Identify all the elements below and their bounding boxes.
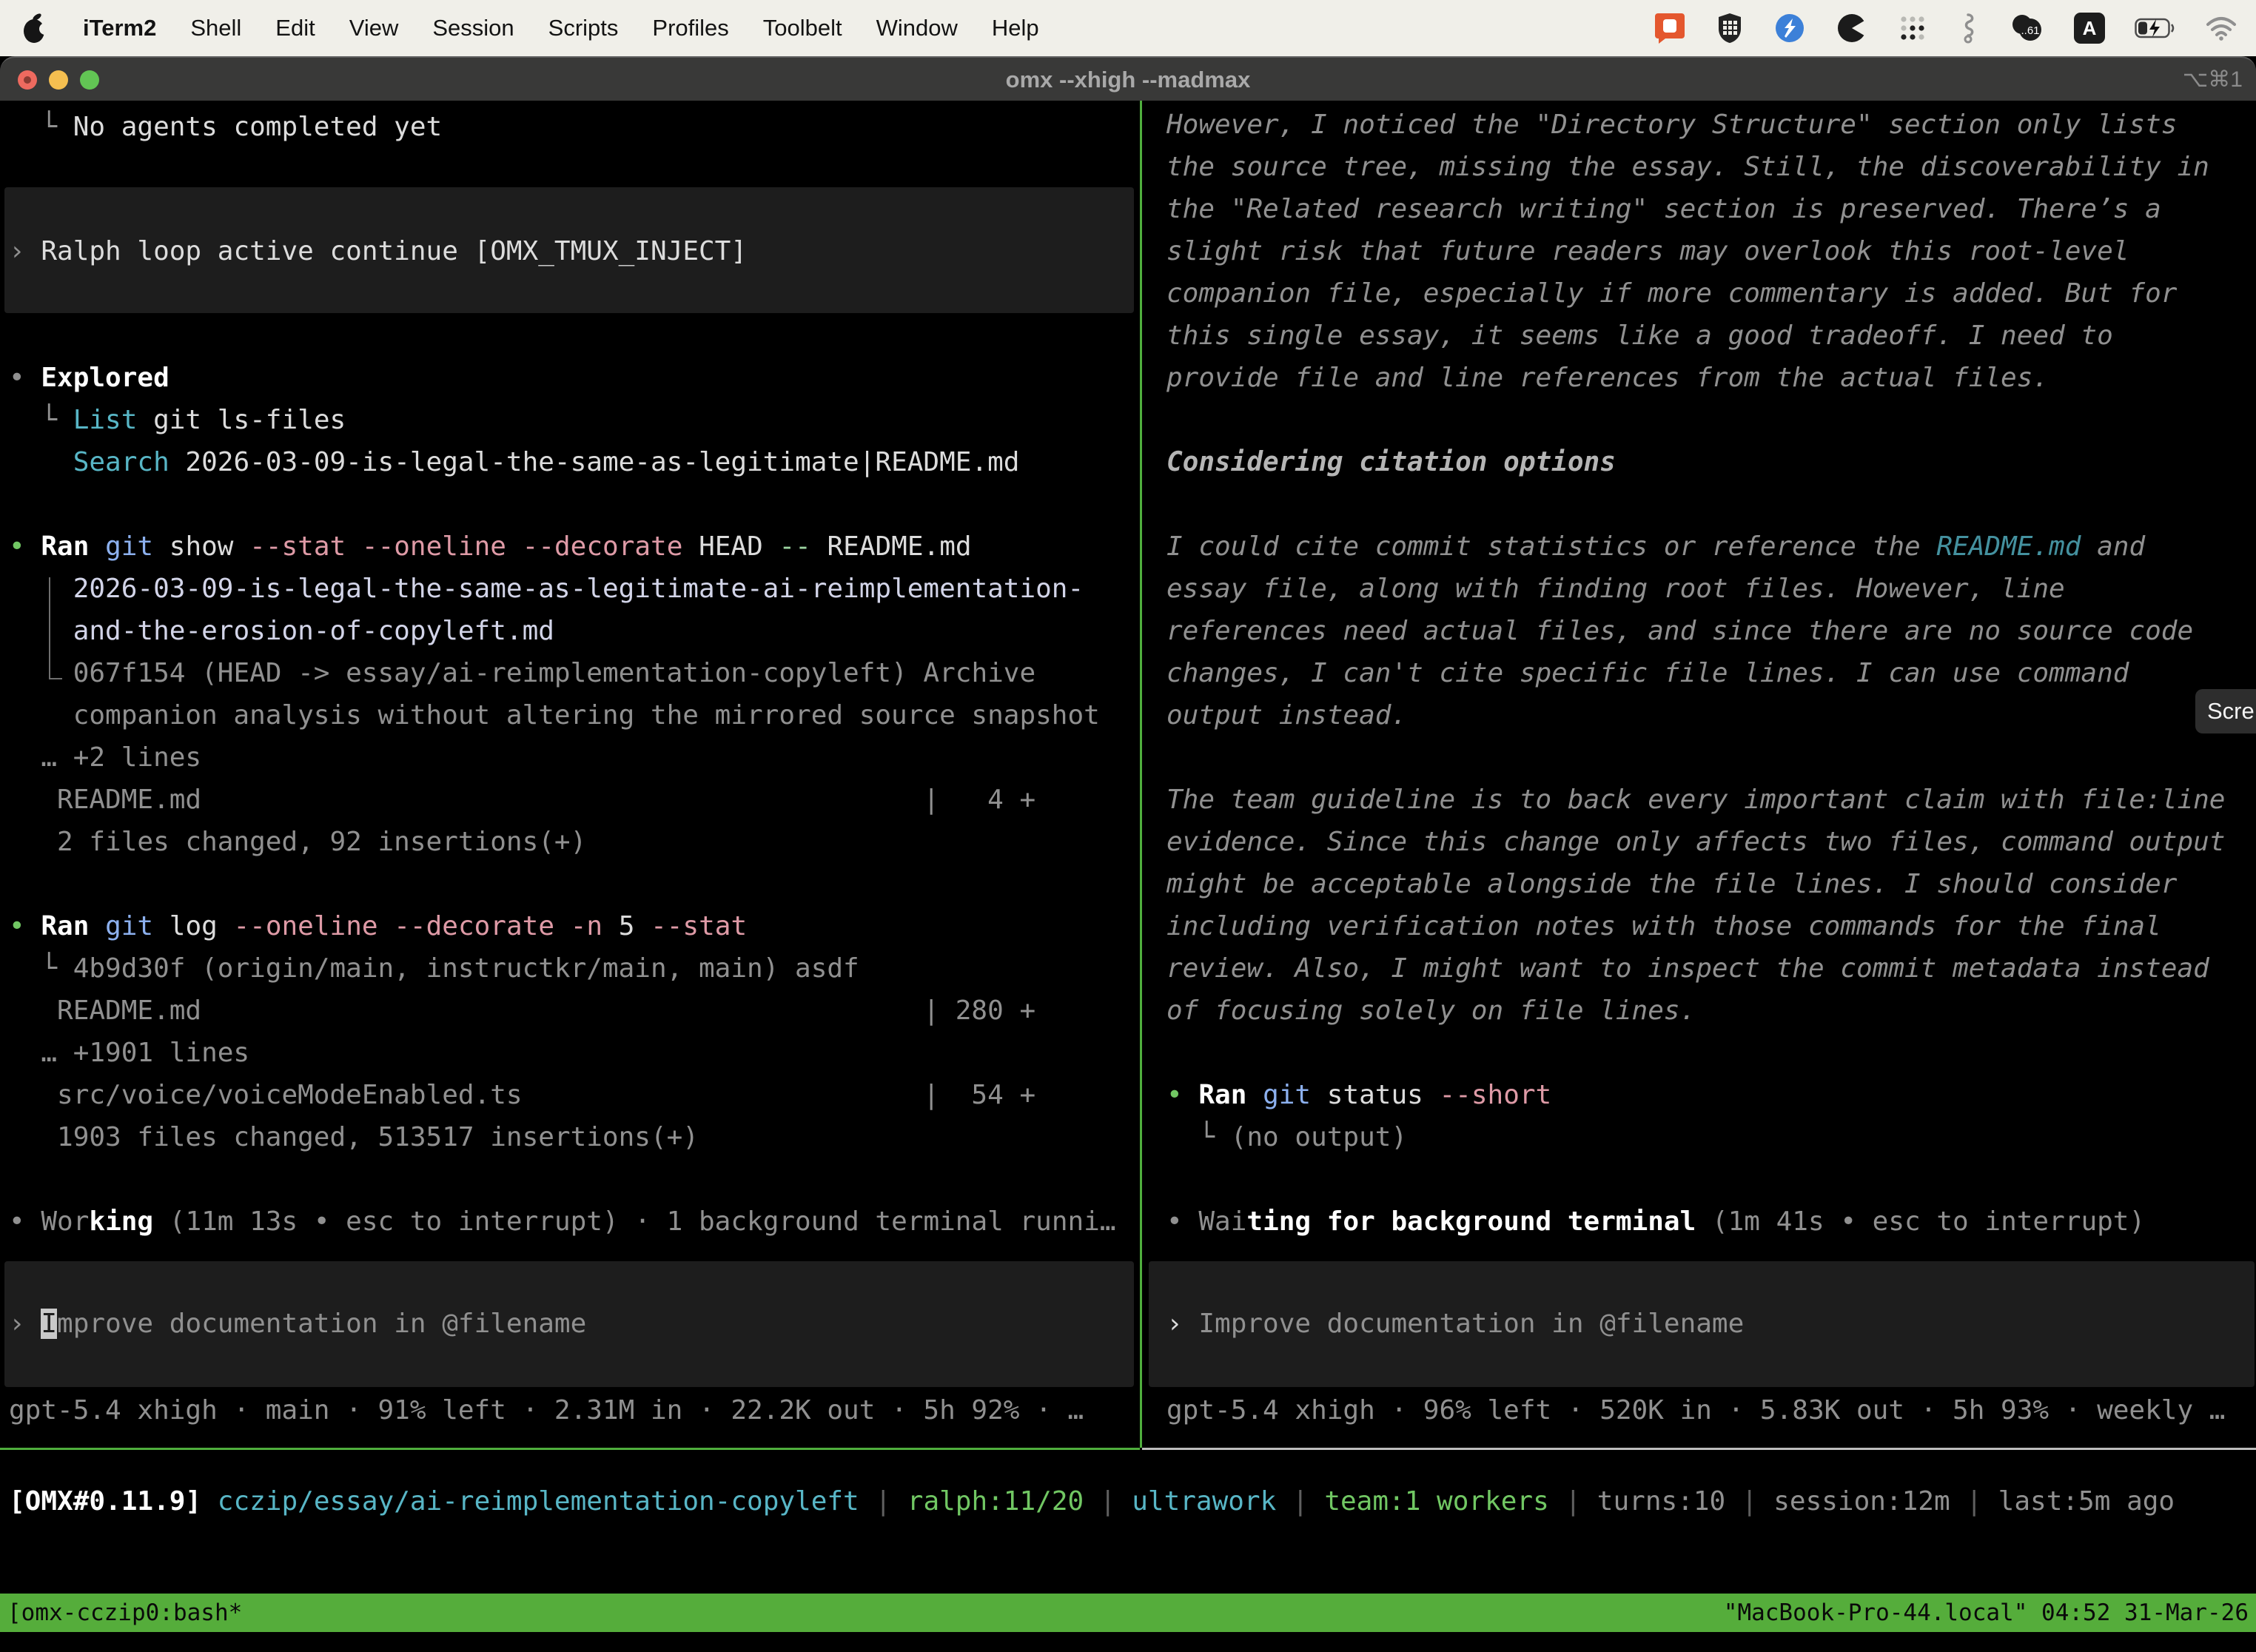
menu-item-shell[interactable]: Shell bbox=[190, 15, 241, 41]
menu-item-iterm2[interactable]: iTerm2 bbox=[83, 15, 156, 41]
terminal-content: └ No agents completed yet› Ralph loop ac… bbox=[0, 0, 2256, 1652]
menu-item-profiles[interactable]: Profiles bbox=[652, 15, 728, 41]
menu-item-help[interactable]: Help bbox=[992, 15, 1039, 41]
blue-bolt-icon[interactable] bbox=[1773, 12, 1806, 44]
tmux-host-clock: "MacBook-Pro-44.local" 04:52 31-Mar-26 bbox=[1724, 1594, 2249, 1632]
menu-item-window[interactable]: Window bbox=[876, 15, 958, 41]
menu-items: iTerm2 Shell Edit View Session Scripts Profile… bbox=[19, 12, 1039, 44]
chat-app-icon[interactable] bbox=[1654, 12, 1686, 44]
desktop: omx --xhigh --madmax ⌥⌘1 └ No agents com… bbox=[0, 0, 2256, 1652]
hook-icon[interactable] bbox=[1957, 12, 1979, 44]
wifi-icon[interactable] bbox=[2206, 16, 2237, 41]
screen-share-tooltip[interactable]: Scre bbox=[2195, 689, 2256, 733]
crescent-circle-icon[interactable] bbox=[1836, 12, 1868, 44]
left-pane-border bbox=[0, 1448, 1140, 1450]
menu-item-edit[interactable]: Edit bbox=[275, 15, 315, 41]
apple-menu-icon[interactable] bbox=[19, 12, 49, 44]
menu-bar: iTerm2 Shell Edit View Session Scripts Profile… bbox=[0, 0, 2256, 56]
percent-61-badge-icon[interactable]: ..61 bbox=[2009, 13, 2044, 44]
keyboard-a-icon[interactable]: A bbox=[2074, 13, 2105, 44]
battery-charging-icon[interactable] bbox=[2135, 17, 2176, 39]
dots-grid-icon[interactable] bbox=[1898, 13, 1927, 43]
tmux-session-label: [omx-cczip0:bash* bbox=[7, 1594, 242, 1632]
shield-grid-icon[interactable] bbox=[1716, 12, 1744, 44]
pane-divider[interactable] bbox=[1140, 101, 1142, 1448]
menu-item-session[interactable]: Session bbox=[432, 15, 514, 41]
menu-item-view[interactable]: View bbox=[349, 15, 399, 41]
right-pane-border bbox=[1142, 1448, 2256, 1450]
svg-text:..61: ..61 bbox=[2021, 24, 2039, 37]
terminal-line: [OMX#0.11.9] cczip/essay/ai-reimplementa… bbox=[9, 1480, 2175, 1522]
menu-status-icons: ..61 A bbox=[1654, 12, 2237, 44]
menu-item-scripts[interactable]: Scripts bbox=[548, 15, 619, 41]
omx-status-line: [OMX#0.11.9] cczip/essay/ai-reimplementa… bbox=[0, 0, 2256, 1652]
tmux-status-bar: [omx-cczip0:bash* "MacBook-Pro-44.local"… bbox=[0, 1594, 2256, 1632]
tooltip-label: Scre bbox=[2207, 698, 2255, 724]
menu-item-toolbelt[interactable]: Toolbelt bbox=[763, 15, 842, 41]
